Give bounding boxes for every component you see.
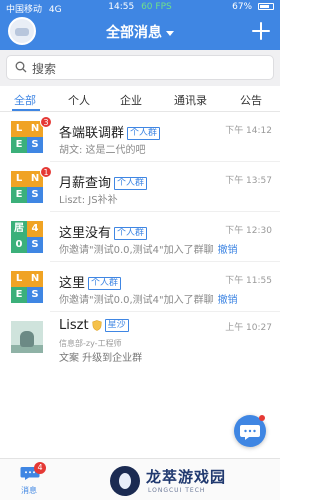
avatar-cell: S (27, 237, 43, 253)
tab-personal[interactable]: 个人 (68, 92, 90, 108)
status-bar: 中国移动 4G 14:55 60 FPS 67% (0, 0, 280, 16)
group-type-tag: 个人群 (127, 127, 161, 140)
avatar-cell: E (11, 137, 27, 153)
add-button[interactable] (250, 20, 272, 42)
conversation-time: 上午 10:27 (225, 323, 272, 333)
conversation-time: 下午 14:12 (225, 126, 272, 136)
conversation-name: 月薪查询 (59, 176, 112, 191)
status-battery: 67% (232, 2, 274, 12)
group-avatar: L N E S (11, 271, 43, 303)
conversation-time: 下午 12:30 (225, 226, 272, 236)
conversation-row[interactable]: 居 4 0 S 这里没有 个人群 下午 12:30 你邀请"测试0.0,测试4"加… (0, 212, 280, 262)
active-tab-indicator (12, 109, 40, 111)
search-icon (15, 61, 27, 73)
unread-badge: 1 (40, 166, 52, 178)
conversation-row[interactable]: Liszt 星沙 上午 10:27 信息部-zy-工程师 文案 升级到企业群 (0, 312, 280, 364)
fps-label: 60 FPS (141, 2, 172, 12)
app-header: 中国移动 4G 14:55 60 FPS 67% 全部消息 (0, 0, 280, 50)
conversation-preview: 你邀请"测试0.0,测试4"加入了群聊 撤销 (59, 291, 238, 306)
group-type-tag: 个人群 (114, 177, 148, 190)
avatar-cell: N (27, 271, 43, 287)
avatar-cell: S (27, 137, 43, 153)
conversation-time: 下午 13:57 (225, 176, 272, 186)
conversation-row[interactable]: L N E S 这里 个人群 下午 11:55 你邀请"测试0.0,测试4"加入了… (0, 262, 280, 312)
avatar-cell: 0 (11, 237, 27, 253)
search-placeholder: 搜索 (32, 62, 57, 76)
watermark-logo-icon (110, 466, 140, 496)
avatar-cell: E (11, 287, 27, 303)
group-avatar: 居 4 0 S (11, 221, 43, 253)
avatar-cell: L (11, 271, 27, 287)
battery-icon (258, 3, 274, 10)
conversation-title: 各端联调群 个人群 (59, 122, 161, 141)
conversation-name: 这里 (59, 276, 86, 291)
conversation-preview: Liszt: JS补补 (59, 191, 118, 206)
tab-announcements[interactable]: 公告 (240, 92, 262, 108)
page-title-label: 全部消息 (106, 25, 162, 41)
avatar-cell: S (27, 287, 43, 303)
shield-icon (91, 320, 102, 331)
search-input[interactable]: 搜索 (6, 55, 274, 80)
avatar-cell: E (11, 187, 27, 203)
unread-badge: 3 (40, 116, 52, 128)
tab-enterprise[interactable]: 企业 (120, 92, 142, 108)
preview-text: 你邀请"测试0.0,测试4"加入了群聊 (59, 295, 214, 306)
conversation-name: Liszt (59, 318, 89, 333)
avatar-cell: 4 (27, 221, 43, 237)
battery-percent: 67% (232, 2, 253, 12)
conversation-name: 这里没有 (59, 226, 112, 241)
conversation-preview: 你邀请"测试0.0,测试4"加入了群聊 撤销 (59, 241, 238, 256)
tab-all[interactable]: 全部 (14, 92, 36, 108)
clock-label: 14:55 (108, 2, 135, 12)
tab-contacts[interactable]: 通讯录 (174, 92, 207, 108)
preview-text: 胡文: 这是二代的吧 (59, 145, 146, 156)
group-type-tag: 个人群 (114, 227, 148, 240)
undo-link[interactable]: 撤销 (218, 295, 238, 306)
chevron-down-icon (166, 30, 174, 36)
conversation-title: 月薪查询 个人群 (59, 172, 148, 191)
notification-dot (259, 415, 265, 421)
avatar-cell: L (11, 121, 27, 137)
preview-text: 你邀请"测试0.0,测试4"加入了群聊 (59, 245, 214, 256)
page-title[interactable]: 全部消息 (0, 22, 280, 42)
watermark-subtext: LONGCUI TECH (148, 487, 206, 494)
group-type-tag: 星沙 (104, 319, 129, 332)
avatar-cell: S (27, 187, 43, 203)
conversation-title: 这里没有 个人群 (59, 222, 148, 241)
messages-nav-label[interactable]: 消息 (21, 485, 37, 496)
user-avatar (11, 321, 43, 353)
user-department: 信息部-zy-工程师 (59, 339, 122, 348)
group-avatar: L N E S (11, 171, 43, 203)
watermark: 龙萃游戏园 LONGCUI TECH (110, 462, 280, 500)
conversation-preview: 文案 升级到企业群 (59, 353, 143, 364)
conversation-row[interactable]: L N E S 3 各端联调群 个人群 下午 14:12 胡文: 这是二代的吧 (0, 112, 280, 162)
category-tabs: 全部 个人 企业 通讯录 公告 (0, 86, 280, 112)
watermark-text: 龙萃游戏园 (146, 468, 227, 486)
conversation-time: 下午 11:55 (225, 276, 272, 286)
group-type-tag: 个人群 (88, 277, 122, 290)
preview-text: Liszt: JS补补 (59, 195, 118, 206)
avatar-cell: L (11, 171, 27, 187)
group-avatar: L N E S (11, 121, 43, 153)
conversation-name: 各端联调群 (59, 126, 125, 141)
conversation-title: Liszt 星沙 (59, 318, 129, 333)
undo-link[interactable]: 撤销 (218, 245, 238, 256)
search-bar: 搜索 (0, 50, 280, 86)
avatar-cell: 居 (11, 221, 27, 237)
conversation-preview: 胡文: 这是二代的吧 (59, 141, 146, 156)
conversation-row[interactable]: L N E S 1 月薪查询 个人群 下午 13:57 Liszt: JS补补 (0, 162, 280, 212)
conversation-title: 这里 个人群 (59, 272, 122, 291)
messages-badge: 4 (34, 462, 46, 474)
